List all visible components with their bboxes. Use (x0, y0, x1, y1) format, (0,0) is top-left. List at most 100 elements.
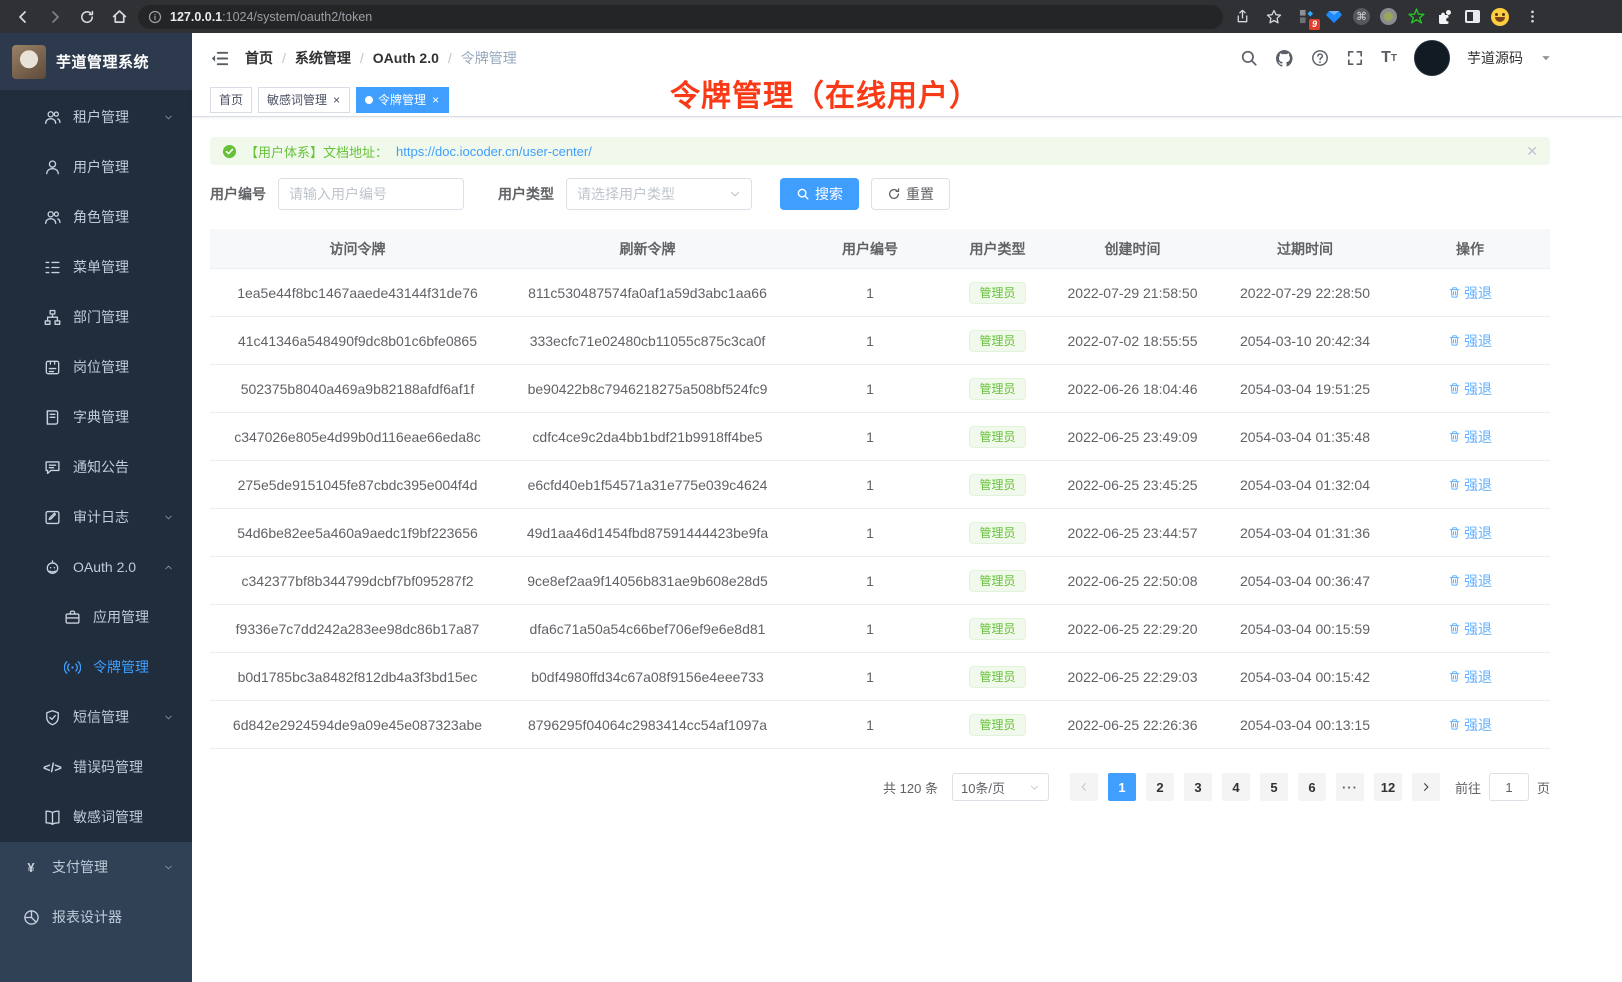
sidebar-item-menu[interactable]: 菜单管理 (0, 242, 192, 292)
user-id-cell: 1 (790, 573, 950, 589)
force-logout-button[interactable]: 强退 (1448, 715, 1492, 735)
force-logout-button[interactable]: 强退 (1448, 427, 1492, 447)
sidebar-item-pay[interactable]: ¥支付管理 (0, 842, 192, 892)
share-icon[interactable] (1229, 4, 1255, 30)
force-logout-button[interactable]: 强退 (1448, 475, 1492, 495)
sidebar-menu-bottom: ¥支付管理报表设计器 (0, 842, 192, 982)
user-type-select[interactable]: 请选择用户类型 (566, 178, 752, 210)
force-logout-button[interactable]: 强退 (1448, 283, 1492, 303)
sidebar-item-label: 支付管理 (52, 857, 108, 877)
alert-close-icon[interactable]: ✕ (1526, 143, 1538, 160)
sidebar-item-oauth2[interactable]: OAuth 2.0 (0, 542, 192, 592)
browser-home-icon[interactable] (106, 4, 132, 30)
force-logout-button[interactable]: 强退 (1448, 667, 1492, 687)
pixel-extension-icon[interactable]: 9 (1297, 8, 1315, 26)
page-button-1[interactable]: 1 (1108, 773, 1136, 801)
breadcrumb-item[interactable]: 系统管理 (295, 48, 351, 68)
sidebar-item-audit-log[interactable]: 审计日志 (0, 492, 192, 542)
browser-forward-icon[interactable] (42, 4, 68, 30)
goto-page-input[interactable] (1489, 773, 1529, 801)
sidebar-item-oauth2-token[interactable]: 令牌管理 (0, 642, 192, 692)
fullscreen-icon[interactable] (1346, 49, 1364, 67)
force-logout-button[interactable]: 强退 (1448, 619, 1492, 639)
user-id-label: 用户编号 (210, 184, 266, 204)
github-icon[interactable] (1275, 49, 1294, 68)
emoji-extension-icon[interactable] (1491, 8, 1509, 26)
trash-icon (1448, 430, 1461, 443)
browser-menu-icon[interactable] (1519, 4, 1545, 30)
star-extension-icon[interactable] (1407, 8, 1425, 26)
puzzle-extension-icon[interactable] (1435, 8, 1453, 26)
tab-home[interactable]: 首页 (210, 87, 252, 113)
force-logout-button[interactable]: 强退 (1448, 523, 1492, 543)
reset-button[interactable]: 重置 (871, 178, 950, 210)
page-button-6[interactable]: 6 (1298, 773, 1326, 801)
bookmark-star-icon[interactable] (1261, 4, 1287, 30)
sidebar-item-oauth2-app[interactable]: 应用管理 (0, 592, 192, 642)
page-button-2[interactable]: 2 (1146, 773, 1174, 801)
help-icon[interactable] (1311, 49, 1329, 67)
force-logout-button[interactable]: 强退 (1448, 571, 1492, 591)
page-button-12[interactable]: 12 (1374, 773, 1402, 801)
sidebar-item-label: 审计日志 (73, 507, 129, 527)
font-size-icon[interactable]: TT (1381, 49, 1397, 67)
sidebar-item-notice[interactable]: 通知公告 (0, 442, 192, 492)
expires-cell: 2054-03-10 20:42:34 (1220, 333, 1390, 349)
search-button[interactable]: 搜索 (780, 178, 859, 210)
sidebar-item-dict[interactable]: 字典管理 (0, 392, 192, 442)
chevron-down-icon (163, 712, 174, 723)
tab-close-icon[interactable]: × (332, 94, 341, 106)
doc-link[interactable]: https://doc.iocoder.cn/user-center/ (396, 144, 592, 159)
user-type-cell: 管理员 (950, 474, 1045, 496)
user-type-badge: 管理员 (969, 474, 1025, 496)
user-id-input[interactable] (278, 178, 464, 210)
next-page-button[interactable] (1412, 773, 1440, 801)
oauth2-app-icon (63, 609, 81, 626)
user-type-cell: 管理员 (950, 330, 1045, 352)
site-info-icon[interactable] (148, 10, 162, 24)
page-button-4[interactable]: 4 (1222, 773, 1250, 801)
breadcrumb-item[interactable]: 首页 (245, 48, 273, 68)
browser-back-icon[interactable] (10, 4, 36, 30)
sidebar-item-sms[interactable]: 短信管理 (0, 692, 192, 742)
tab-close-icon[interactable]: × (431, 94, 440, 106)
sidebar-item-post[interactable]: 岗位管理 (0, 342, 192, 392)
refresh-cell: 333ecfc71e02480cb11055c875c3ca0f (505, 333, 790, 349)
browser-reload-icon[interactable] (74, 4, 100, 30)
recorder-extension-icon[interactable] (1380, 8, 1397, 25)
sidebar: 芋道管理系统 租户管理用户管理角色管理菜单管理部门管理岗位管理字典管理通知公告审… (0, 33, 192, 982)
sidebar-item-dept[interactable]: 部门管理 (0, 292, 192, 342)
select-caret-icon (1029, 782, 1040, 793)
page-button-3[interactable]: 3 (1184, 773, 1212, 801)
sidebar-item-user[interactable]: 用户管理 (0, 142, 192, 192)
action-cell: 强退 (1390, 475, 1550, 495)
refresh-cell: be90422b8c7946218275a508bf524fc9 (505, 381, 790, 397)
gem-extension-icon[interactable] (1325, 8, 1343, 26)
page-button-5[interactable]: 5 (1260, 773, 1288, 801)
tab-label: 首页 (219, 91, 243, 108)
username[interactable]: 芋道源码 (1467, 48, 1523, 68)
sidebar-fold-icon[interactable] (210, 49, 229, 68)
app-logo[interactable]: 芋道管理系统 (0, 33, 192, 90)
side-panel-icon[interactable] (1463, 8, 1481, 26)
page-size-select[interactable]: 10条/页 (952, 773, 1049, 801)
sidebar-item-sensitive-word[interactable]: 敏感词管理 (0, 792, 192, 842)
force-logout-button[interactable]: 强退 (1448, 379, 1492, 399)
page-ellipsis[interactable]: ··· (1336, 773, 1364, 801)
command-extension-icon[interactable]: ⌘ (1353, 8, 1370, 25)
breadcrumb-item[interactable]: OAuth 2.0 (373, 50, 439, 66)
sidebar-item-error-code[interactable]: </>错误码管理 (0, 742, 192, 792)
force-logout-button[interactable]: 强退 (1448, 331, 1492, 351)
user-caret-icon[interactable] (1540, 52, 1552, 64)
sidebar-item-tenant[interactable]: 租户管理 (0, 92, 192, 142)
url-text: 127.0.0.1:1024/system/oauth2/token (170, 8, 372, 26)
avatar[interactable] (1414, 40, 1450, 76)
sidebar-item-role[interactable]: 角色管理 (0, 192, 192, 242)
sidebar-item-report-designer[interactable]: 报表设计器 (0, 892, 192, 942)
browser-address-bar[interactable]: 127.0.0.1:1024/system/oauth2/token (138, 5, 1223, 29)
tab-sensitive-word[interactable]: 敏感词管理× (258, 87, 350, 113)
tab-oauth2-token[interactable]: 令牌管理× (356, 87, 449, 113)
search-icon[interactable] (1240, 49, 1258, 67)
user-id-cell: 1 (790, 333, 950, 349)
table-body: 1ea5e44f8bc1467aaede43144f31de76811c5304… (210, 269, 1550, 749)
